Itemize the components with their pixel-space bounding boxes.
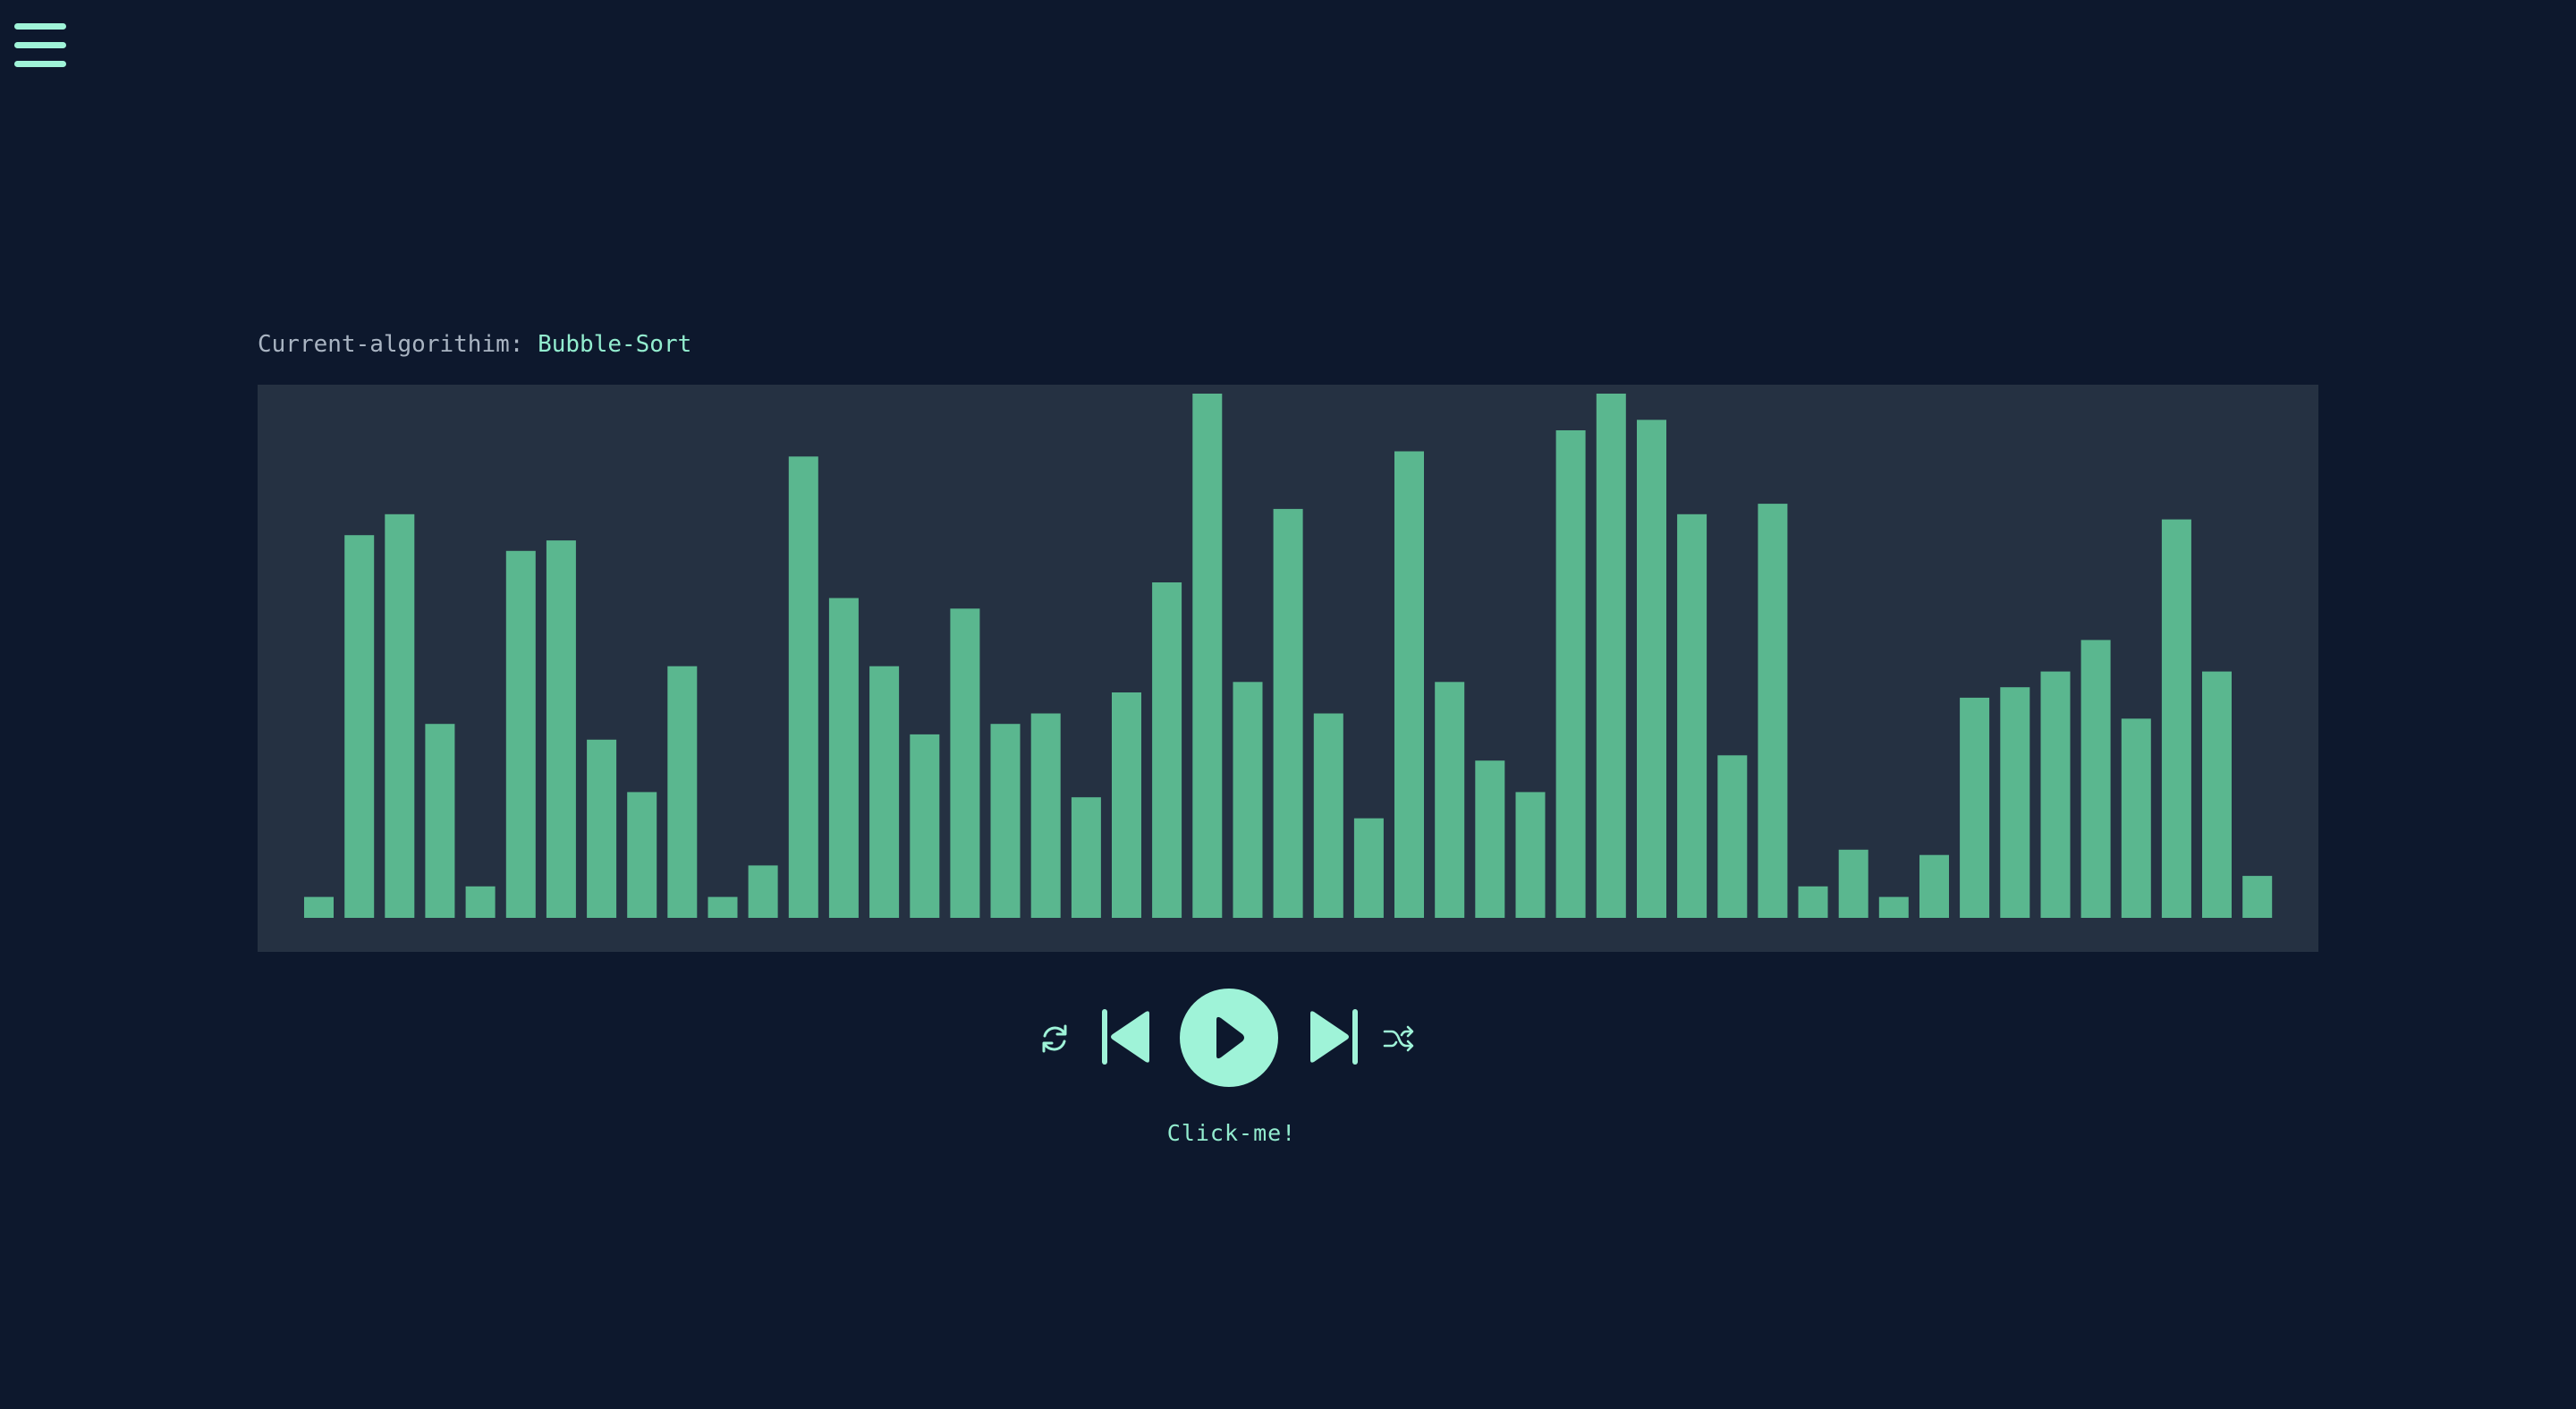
bar: [1798, 886, 1828, 918]
bar: [627, 792, 657, 918]
bar: [950, 608, 980, 918]
bar: [1555, 430, 1586, 918]
bar: [505, 550, 536, 918]
bar: [2121, 718, 2151, 918]
bar: [1838, 849, 1868, 918]
bar: [1071, 797, 1101, 918]
bar: [990, 724, 1021, 918]
click-me-hint[interactable]: Click-me!: [1124, 1120, 1339, 1146]
bar: [1313, 713, 1343, 918]
bar: [1878, 896, 1909, 918]
bar: [465, 886, 496, 918]
skip-back-icon[interactable]: [1100, 1008, 1154, 1065]
bar: [1435, 682, 1465, 918]
shuffle-icon[interactable]: [1381, 1022, 1415, 1056]
bar: [1596, 394, 1626, 918]
bar: [1233, 682, 1263, 918]
bar: [1394, 451, 1424, 918]
bar: [546, 540, 576, 918]
bar: [869, 666, 900, 918]
bar: [344, 535, 375, 918]
current-algorithm: Current-algorithim: Bubble-Sort: [258, 331, 691, 358]
bar: [1353, 818, 1384, 918]
bar: [1192, 394, 1223, 918]
bar: [1112, 692, 1141, 918]
skip-forward-icon[interactable]: [1306, 1008, 1360, 1065]
bar: [708, 896, 738, 918]
bar: [304, 896, 334, 918]
bar: [1273, 508, 1303, 918]
bar-chart: [304, 394, 2273, 918]
bar: [2161, 519, 2191, 918]
algorithm-value: Bubble-Sort: [538, 331, 692, 358]
bar: [828, 598, 859, 918]
play-icon[interactable]: [1179, 988, 1279, 1088]
bar: [1030, 713, 1061, 918]
bar: [1152, 582, 1182, 918]
bar: [748, 865, 778, 918]
bar: [1637, 420, 1666, 918]
algorithm-label: Current-algorithim:: [258, 331, 524, 358]
playback-controls: [0, 984, 2576, 1097]
bar: [1758, 504, 1788, 918]
bar: [425, 724, 455, 918]
bar: [910, 734, 940, 918]
bar: [1515, 792, 1546, 918]
reset-icon[interactable]: [1038, 1022, 1072, 1056]
bar: [1677, 514, 1707, 918]
bar: [1960, 697, 1990, 918]
bar: [2242, 876, 2273, 918]
bar: [1717, 755, 1748, 918]
bar: [1475, 760, 1505, 918]
bar: [2202, 671, 2232, 918]
hamburger-menu-icon[interactable]: [13, 21, 70, 70]
bar: [788, 456, 818, 918]
bar: [2040, 671, 2071, 918]
sort-visualizer: [258, 385, 2318, 952]
bar: [667, 666, 698, 918]
bar: [1919, 854, 1949, 918]
bar: [2080, 640, 2111, 918]
bar: [385, 514, 415, 918]
bar: [587, 739, 617, 918]
bar: [2000, 687, 2030, 918]
